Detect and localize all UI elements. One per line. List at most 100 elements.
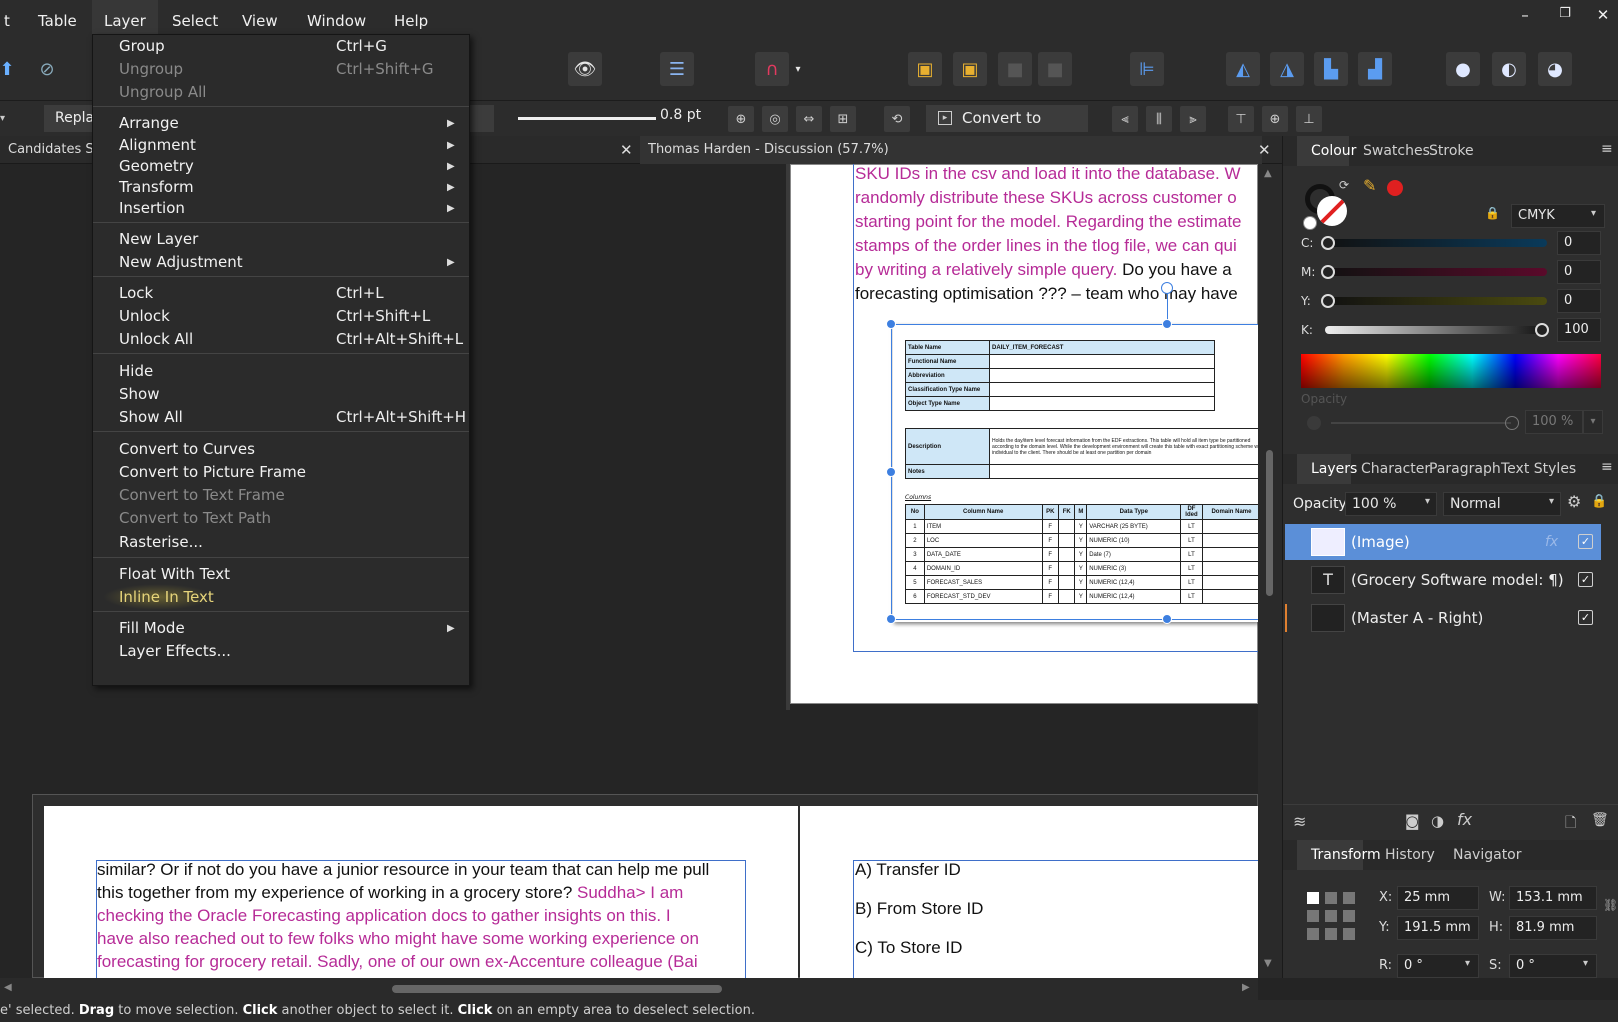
menu-item-alignment[interactable]: Alignment ▶	[93, 134, 469, 157]
cmyk-slider-track[interactable]	[1325, 297, 1547, 305]
preview-icon[interactable]: 👁	[568, 52, 602, 86]
menu-item-ungroup-all[interactable]: Ungroup All	[93, 81, 469, 104]
align-icon[interactable]: ⊫	[1130, 52, 1164, 86]
tab-character[interactable]: Character	[1361, 461, 1430, 477]
menu-item-show-all[interactable]: Show All Ctrl+Alt+Shift+H	[93, 406, 469, 429]
tab-thomas-harden[interactable]: Thomas Harden - Discussion (57.7%)	[640, 136, 1262, 164]
close-window-button[interactable]: ✕	[1588, 6, 1618, 24]
tab-transform[interactable]: Transform	[1311, 847, 1381, 863]
menu-table[interactable]: Table	[26, 0, 89, 38]
menu-item-unlock[interactable]: Unlock Ctrl+Shift+L	[93, 305, 469, 328]
align-right-icon[interactable]: ⫸	[1180, 106, 1206, 132]
vertical-scroll-thumb[interactable]	[1266, 450, 1273, 596]
tab-navigator[interactable]: Navigator	[1453, 847, 1522, 863]
dropdown-arrow-icon[interactable]: ▾	[0, 107, 14, 131]
menu-item-arrange[interactable]: Arrange ▶	[93, 112, 469, 135]
menu-item-convert-to-picture-frame[interactable]: Convert to Picture Frame	[93, 461, 469, 484]
menu-item-hide[interactable]: Hide	[93, 360, 469, 383]
cmyk-slider-knob[interactable]	[1321, 236, 1335, 250]
swap-colours-icon[interactable]: ⟳	[1339, 178, 1349, 192]
menu-item-show[interactable]: Show	[93, 383, 469, 406]
resize-handle[interactable]	[1162, 319, 1172, 329]
menu-item-convert-to-curves[interactable]: Convert to Curves	[93, 438, 469, 461]
tab-stroke[interactable]: Stroke	[1429, 143, 1474, 159]
menu-select[interactable]: Select	[160, 0, 230, 38]
fit-frame-icon[interactable]: ⊞	[830, 106, 856, 132]
menu-item-layer-effects[interactable]: Layer Effects...	[93, 640, 469, 663]
eyedropper-icon[interactable]: ✎	[1363, 176, 1376, 195]
w-field[interactable]: 153.1 mm	[1509, 886, 1597, 910]
blend-mode-select[interactable]: Normal	[1443, 492, 1561, 516]
new-layer-icon[interactable]: 🗋	[1565, 812, 1576, 836]
stroke-width-value[interactable]: 0.8 pt	[660, 107, 701, 123]
opacity-slider-track[interactable]	[1331, 422, 1511, 424]
menu-item-group[interactable]: Group Ctrl+G	[93, 35, 469, 58]
tab-swatches[interactable]: Swatches	[1363, 143, 1430, 159]
opacity-value[interactable]: 100 %	[1525, 410, 1583, 434]
gear-icon[interactable]: ⚙	[1567, 492, 1581, 511]
align-bottom-icon[interactable]: ⊥	[1296, 106, 1322, 132]
lock-icon[interactable]: 🔒	[1591, 494, 1607, 509]
scroll-right-icon[interactable]: ▶	[1242, 982, 1250, 993]
menu-view[interactable]: View	[230, 0, 290, 38]
cmyk-value-field[interactable]: 0	[1557, 260, 1601, 284]
tab-history[interactable]: History	[1385, 847, 1435, 863]
effects-fx-icon[interactable]: fx	[1457, 810, 1472, 829]
h-field[interactable]: 81.9 mm	[1509, 916, 1597, 940]
menu-item-geometry[interactable]: Geometry ▶	[93, 155, 469, 178]
arrange-front-icon[interactable]: ■	[998, 52, 1032, 86]
menu-layer[interactable]: Layer	[92, 0, 158, 38]
boolean-subtract-icon[interactable]: ◐	[1492, 52, 1526, 86]
image-selection-box[interactable]	[891, 324, 1258, 620]
layer-visibility-checkbox[interactable]: ✓	[1578, 610, 1593, 625]
snapping-magnet-icon[interactable]: ∩	[755, 52, 789, 86]
boolean-add-icon[interactable]: ●	[1446, 52, 1480, 86]
scroll-up-icon[interactable]: ▲	[1264, 168, 1272, 179]
cmyk-value-field[interactable]: 0	[1557, 289, 1601, 313]
layer-row-image[interactable]: (Image) fx ✓	[1285, 524, 1601, 560]
chevron-down-icon[interactable]: ▾	[790, 52, 806, 86]
layer-row-text[interactable]: T (Grocery Software model: ¶) ✓	[1285, 562, 1601, 598]
tab-text-styles[interactable]: Text Styles	[1501, 461, 1576, 477]
mask-icon[interactable]: ◙	[1405, 812, 1420, 830]
cmyk-slider-track[interactable]	[1325, 268, 1547, 276]
arrange-forward-icon[interactable]: ▣	[953, 52, 987, 86]
menu-item-float-with-text[interactable]: Float With Text	[93, 563, 469, 586]
menu-item-insertion[interactable]: Insertion ▶	[93, 197, 469, 220]
menu-item-new-adjustment[interactable]: New Adjustment ▶	[93, 251, 469, 274]
chevron-down-icon[interactable]: ▾	[1583, 410, 1603, 434]
layer-visibility-checkbox[interactable]: ✓	[1578, 572, 1593, 587]
menu-item-convert-to-text-frame[interactable]: Convert to Text Frame	[93, 484, 469, 507]
layers-opacity-select[interactable]: 100 %	[1345, 492, 1437, 516]
menu-item-lock[interactable]: Lock Ctrl+L	[93, 282, 469, 305]
menu-item-transform[interactable]: Transform ▶	[93, 176, 469, 199]
arrange-top-icon[interactable]: ■	[1038, 52, 1072, 86]
minimize-button[interactable]: –	[1510, 6, 1540, 24]
picked-colour-swatch[interactable]	[1387, 180, 1403, 196]
layers-stack-icon[interactable]: ≋	[1293, 812, 1306, 831]
cmyk-value-field[interactable]: 100	[1557, 318, 1601, 342]
crosshair-icon[interactable]: ⊕	[728, 106, 754, 132]
align-center-icon[interactable]: ⫼	[1146, 106, 1172, 132]
y-field[interactable]: 191.5 mm	[1397, 916, 1479, 940]
x-field[interactable]: 25 mm	[1397, 886, 1479, 910]
cmyk-slider-knob[interactable]	[1321, 265, 1335, 279]
layer-row-master[interactable]: (Master A - Right) ✓	[1285, 600, 1601, 636]
panel-menu-icon[interactable]: ≡	[1601, 141, 1613, 157]
cmyk-value-field[interactable]: 0	[1557, 231, 1601, 255]
baseline-grid-icon[interactable]: ☰	[660, 52, 694, 86]
resize-handle[interactable]	[886, 614, 896, 624]
menu-item-ungroup[interactable]: Ungroup Ctrl+Shift+G	[93, 58, 469, 81]
layer-visibility-checkbox[interactable]: ✓	[1578, 534, 1593, 549]
arrange-back-icon[interactable]: ▣	[908, 52, 942, 86]
anchor-point-grid[interactable]	[1307, 892, 1355, 940]
cmyk-slider-knob[interactable]	[1321, 294, 1335, 308]
fill-colour-well[interactable]	[1317, 196, 1347, 226]
replace-button[interactable]: Repla	[44, 105, 94, 132]
cmyk-slider-knob[interactable]	[1535, 323, 1549, 337]
rotate-right-icon[interactable]: ▟	[1358, 52, 1392, 86]
menu-item-unlock-all[interactable]: Unlock All Ctrl+Alt+Shift+L	[93, 328, 469, 351]
flip-horizontal-icon[interactable]: ◭	[1226, 52, 1260, 86]
resize-handle[interactable]	[886, 319, 896, 329]
restore-button[interactable]: ❐	[1550, 6, 1580, 21]
